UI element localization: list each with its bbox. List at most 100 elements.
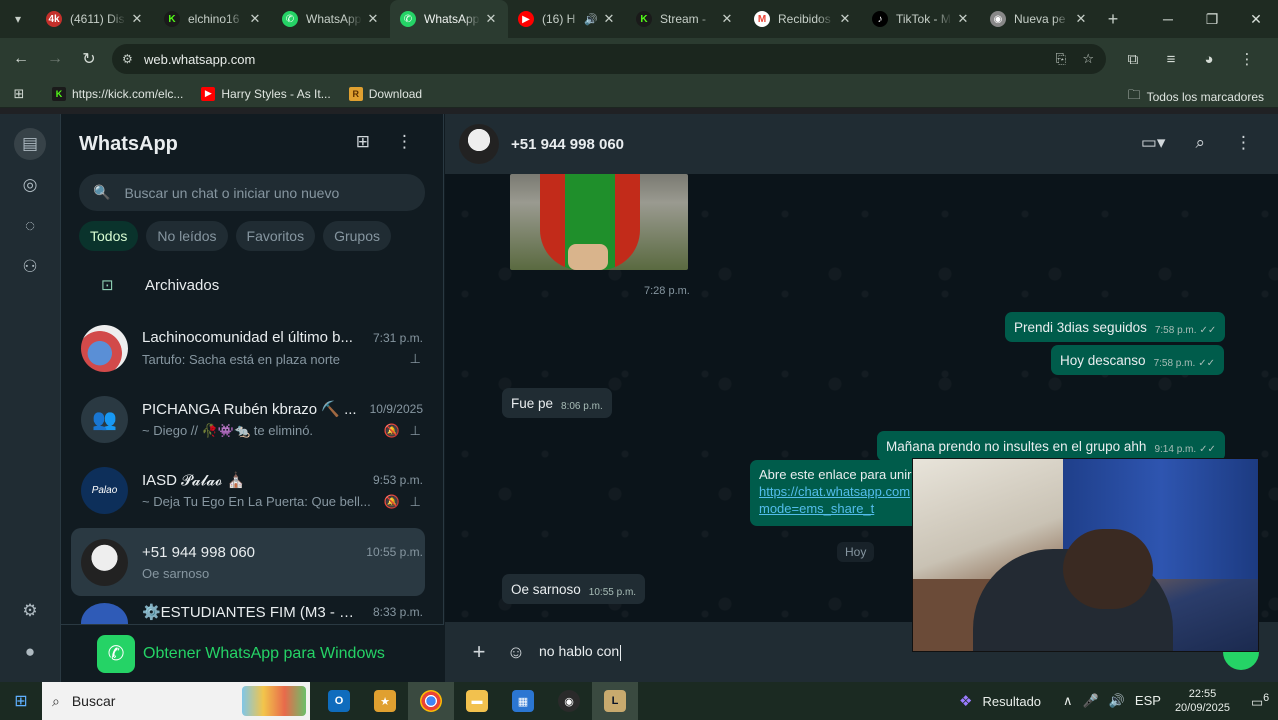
outlook-icon[interactable]: O (316, 682, 362, 720)
browser-tab[interactable]: M Recibidos ✕ (744, 0, 862, 38)
bookmark-item[interactable]: ▶ Harry Styles - As It... (201, 86, 331, 101)
browser-tab[interactable]: ♪ TikTok - M ✕ (862, 0, 980, 38)
chat-name: Lachinocomunidad el último b... (142, 329, 353, 346)
close-tab-icon[interactable]: ✕ (1074, 11, 1088, 27)
chat-list-item-selected[interactable]: +51 944 998 060 10:55 p.m. Oe sarnoso (71, 528, 425, 596)
bookmark-star-icon[interactable]: ☆ (1082, 51, 1094, 67)
browser-menu-icon[interactable]: ⋮ (1230, 42, 1264, 76)
browser-tab[interactable]: ◉ Nueva pe ✕ (980, 0, 1098, 38)
get-windows-app-banner[interactable]: ✆ Obtener WhatsApp para Windows (61, 624, 444, 682)
pin-icon: ⊥ (409, 493, 421, 509)
volume-icon[interactable]: 🔊 (1109, 693, 1125, 709)
bookmark-item[interactable]: K https://kick.com/elc... (52, 86, 183, 101)
close-tab-icon[interactable]: ✕ (956, 11, 970, 27)
notifications-button[interactable]: ▭6 (1242, 692, 1278, 710)
tab-title: Stream - (660, 12, 707, 26)
minimize-icon[interactable]: ─ (1146, 0, 1190, 38)
all-bookmarks-button[interactable]: 🗀 Todos los marcadores (1128, 86, 1264, 108)
speaker-icon[interactable]: 🔊 (584, 13, 598, 26)
browser-tab[interactable]: 4k (4611) Dis ✕ (36, 0, 154, 38)
status-icon[interactable]: ◎ (14, 169, 46, 201)
back-icon[interactable]: ← (4, 42, 38, 76)
chat-list-header: WhatsApp ⊞ ⋮ (61, 114, 443, 174)
profile-avatar[interactable]: ◕ (1192, 42, 1226, 76)
channels-icon[interactable]: ◌ (14, 210, 46, 242)
reload-icon[interactable]: ↻ (72, 42, 106, 76)
install-app-icon[interactable]: ⎘ (1056, 51, 1066, 67)
attach-icon[interactable]: + (457, 639, 501, 665)
bookmark-item[interactable]: R Download (348, 86, 422, 101)
file-explorer-icon[interactable]: ▬ (454, 682, 500, 720)
taskbar-clock[interactable]: 22:55 20/09/2025 (1175, 687, 1230, 715)
outgoing-message[interactable]: Prendi 3dias seguidos 7:58 p.m. ✓✓ (1005, 312, 1226, 342)
store-icon[interactable]: ▦ (500, 682, 546, 720)
filter-favorites[interactable]: Favoritos (235, 221, 316, 251)
site-info-icon[interactable]: ⚙ (122, 52, 144, 66)
league-client-icon[interactable]: L (592, 682, 638, 720)
chat-list-item[interactable]: Lachinocomunidad el último b... 7:31 p.m.… (71, 314, 425, 382)
close-tab-icon[interactable]: ✕ (602, 11, 616, 27)
microphone-icon[interactable]: 🎤 (1083, 693, 1099, 709)
sticker-icon[interactable]: ☺ (501, 642, 531, 663)
archived-row[interactable]: ⊡ Archivados (61, 265, 443, 305)
close-tab-icon[interactable]: ✕ (484, 11, 498, 27)
filter-unread[interactable]: No leídos (146, 221, 228, 251)
taskbar-search[interactable]: ⌕ Buscar (42, 682, 310, 720)
chat-list-item[interactable]: Palao IASD 𝓟𝓪𝓵𝓪𝓸 ⛪ 9:53 p.m. ~ Deja Tu Eg… (71, 456, 425, 524)
close-tab-icon[interactable]: ✕ (838, 11, 852, 27)
search-input[interactable]: 🔍 Buscar un chat o iniciar uno nuevo (79, 174, 425, 211)
restore-icon[interactable]: ❐ (1190, 0, 1234, 38)
browser-tab[interactable]: ✆ WhatsApp ✕ (272, 0, 390, 38)
language-indicator[interactable]: ESP (1135, 693, 1161, 709)
new-chat-icon[interactable]: ⊞ (356, 132, 370, 152)
browser-tab[interactable]: K Stream - ✕ (626, 0, 744, 38)
incoming-message[interactable]: Fue pe 8:06 p.m. (502, 388, 612, 418)
obs-icon[interactable]: ◉ (546, 682, 592, 720)
browser-tab-active[interactable]: ✆ WhatsApp ✕ (390, 0, 508, 38)
tab-favicon: ♪ (872, 11, 888, 27)
apps-grid-icon[interactable]: ⊞ (2, 77, 36, 111)
outgoing-message[interactable]: Hoy descanso 7:58 p.m. ✓✓ (1051, 345, 1225, 375)
profile-icon[interactable]: ● (14, 636, 46, 668)
forward-icon[interactable]: → (38, 42, 72, 76)
close-tab-icon[interactable]: ✕ (366, 11, 380, 27)
new-tab-button[interactable]: + (1098, 9, 1128, 30)
video-call-icon[interactable]: ▭▾ (1141, 133, 1166, 153)
avatar (81, 324, 128, 372)
menu-icon[interactable]: ⋮ (396, 132, 413, 152)
chats-icon[interactable]: ▤ (14, 128, 46, 160)
image-message[interactable] (510, 174, 688, 270)
search-messages-icon[interactable]: ⌕ (1195, 133, 1205, 153)
windows-start-icon[interactable]: ⊞ (0, 682, 42, 720)
conversation-header[interactable]: +51 944 998 060 ▭▾ ⌕ ⋮ (445, 114, 1278, 174)
chevron-up-icon[interactable]: ∧ (1063, 693, 1073, 709)
chrome-icon[interactable] (408, 682, 454, 720)
notification-count: 6 (1263, 691, 1270, 704)
contact-avatar[interactable] (459, 124, 499, 164)
message-time: 10:55 p.m. (588, 586, 637, 598)
communities-icon[interactable]: ⚇ (14, 251, 46, 283)
message-input[interactable]: no hablo con (539, 643, 622, 661)
close-tab-icon[interactable]: ✕ (130, 11, 144, 27)
close-window-icon[interactable]: ✕ (1234, 0, 1278, 38)
address-bar[interactable]: ⚙ web.whatsapp.com ⎘ ☆ (112, 44, 1106, 74)
incoming-message[interactable]: Oe sarnoso 10:55 p.m. (502, 574, 646, 604)
filter-groups[interactable]: Grupos (323, 221, 392, 251)
browser-tab[interactable]: K elchino16 ✕ (154, 0, 272, 38)
outgoing-message[interactable]: Mañana prendo no insultes en el grupo ah… (877, 431, 1225, 461)
filter-all[interactable]: Todos (79, 221, 139, 251)
settings-icon[interactable]: ⚙ (14, 595, 46, 627)
close-tab-icon[interactable]: ✕ (720, 11, 734, 27)
chat-list-item[interactable]: ⚙️ESTUDIANTES FIM (M3 - M4... 8:33 p.m. (71, 599, 425, 624)
tab-search-button[interactable]: ▾ (0, 0, 36, 38)
message-text: Hoy descanso (1060, 352, 1146, 368)
extensions-icon[interactable]: ⧉ (1116, 42, 1150, 76)
badge-app-icon[interactable]: ★ (362, 682, 408, 720)
chat-list-item[interactable]: 👥 PICHANGA Rubén kbrazo ⛏️ ... 10/9/2025 … (71, 385, 425, 453)
close-tab-icon[interactable]: ✕ (248, 11, 262, 27)
browser-tab[interactable]: ▶ (16) H 🔊 ✕ (508, 0, 626, 38)
contact-name[interactable]: +51 944 998 060 (511, 136, 624, 153)
media-controls-icon[interactable]: ≡ (1154, 42, 1188, 76)
widget-button[interactable]: ❖ Resultado (959, 692, 1041, 710)
chat-menu-icon[interactable]: ⋮ (1235, 133, 1252, 153)
